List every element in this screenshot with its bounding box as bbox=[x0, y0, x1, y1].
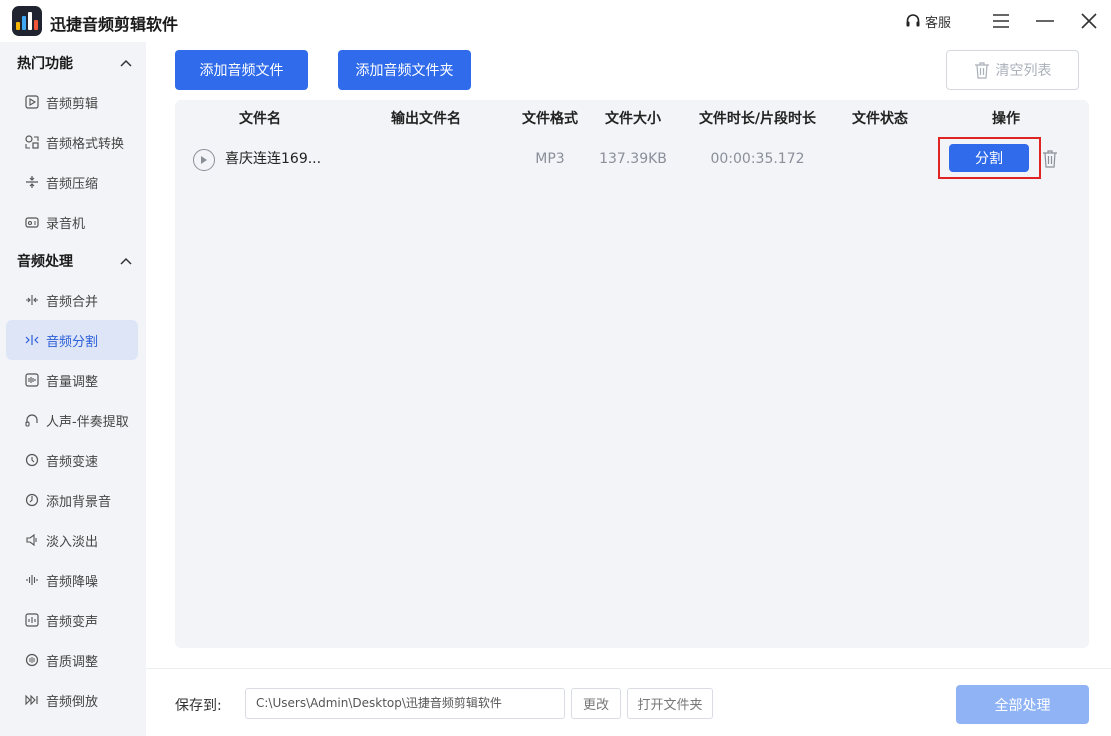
fade-icon bbox=[24, 532, 40, 548]
sidebar-item-speed[interactable]: 音频变速 bbox=[6, 440, 138, 480]
header-file-name: 文件名 bbox=[239, 111, 281, 127]
open-folder-button[interactable]: 打开文件夹 bbox=[627, 688, 713, 719]
header-size: 文件大小 bbox=[605, 111, 661, 127]
sidebar-item-label: 音频格式转换 bbox=[46, 136, 125, 152]
sidebar-item-recorder[interactable]: 录音机 bbox=[6, 202, 138, 242]
sidebar-group-hot[interactable]: 热门功能 bbox=[0, 44, 146, 82]
bgm-icon bbox=[24, 492, 40, 508]
sidebar-item-label: 音频合并 bbox=[46, 294, 99, 310]
sidebar-item-vocal-extract[interactable]: 人声-伴奏提取 bbox=[6, 400, 138, 440]
sidebar-item-format-convert[interactable]: 音频格式转换 bbox=[6, 122, 138, 162]
add-file-button[interactable]: 添加音频文件 bbox=[175, 50, 308, 90]
change-path-button[interactable]: 更改 bbox=[571, 688, 621, 719]
sidebar-item-volume[interactable]: 音量调整 bbox=[6, 360, 138, 400]
sidebar-item-label: 淡入淡出 bbox=[46, 534, 99, 550]
minimize-icon bbox=[1036, 20, 1054, 22]
save-path-field[interactable]: C:\Users\Admin\Desktop\迅捷音频剪辑软件 bbox=[245, 688, 565, 719]
sidebar-item-label: 音频倒放 bbox=[46, 694, 99, 710]
header-status: 文件状态 bbox=[852, 111, 908, 127]
recorder-icon bbox=[24, 214, 40, 230]
speed-icon bbox=[24, 452, 40, 468]
app-logo-icon bbox=[12, 6, 42, 36]
sidebar-item-label: 人声-伴奏提取 bbox=[46, 414, 129, 430]
cell-format: MP3 bbox=[535, 151, 565, 167]
main-area: 添加音频文件 添加音频文件夹 清空列表 文件名 输出文件名 文件格式 文件大小 … bbox=[146, 42, 1111, 736]
sidebar-item-fade[interactable]: 淡入淡出 bbox=[6, 520, 138, 560]
sidebar-item-reverse[interactable]: 音频倒放 bbox=[6, 680, 138, 720]
chevron-up-icon bbox=[120, 257, 132, 265]
support-button[interactable]: 客服 bbox=[905, 12, 951, 31]
file-list-panel: 文件名 输出文件名 文件格式 文件大小 文件时长/片段时长 文件状态 操作 喜庆… bbox=[175, 100, 1089, 648]
cell-duration: 00:00:35.172 bbox=[710, 151, 805, 167]
convert-icon bbox=[24, 134, 40, 150]
header-format: 文件格式 bbox=[522, 111, 578, 127]
sidebar: 热门功能 音频剪辑 音频格式转换 音频压缩 录音机 音频处理 音频合并 音频分割… bbox=[0, 42, 146, 736]
sidebar-group-title: 热门功能 bbox=[17, 56, 73, 72]
sidebar-item-label: 音频降噪 bbox=[46, 574, 99, 590]
play-icon bbox=[201, 156, 207, 164]
table-header: 文件名 输出文件名 文件格式 文件大小 文件时长/片段时长 文件状态 操作 bbox=[175, 100, 1089, 138]
reverse-icon bbox=[24, 692, 40, 708]
header-duration: 文件时长/片段时长 bbox=[698, 111, 817, 127]
save-to-label: 保存到: bbox=[175, 698, 222, 714]
split-highlight: 分割 bbox=[938, 137, 1041, 179]
menu-button[interactable] bbox=[979, 0, 1023, 42]
sidebar-item-label: 音频变声 bbox=[46, 614, 99, 630]
headset-icon bbox=[906, 14, 920, 27]
denoise-icon bbox=[24, 572, 40, 588]
sidebar-item-label: 音质调整 bbox=[46, 654, 99, 670]
trash-icon bbox=[1043, 150, 1057, 168]
header-output-name: 输出文件名 bbox=[391, 111, 461, 127]
sidebar-item-background-sound[interactable]: 添加背景音 bbox=[6, 480, 138, 520]
cell-status bbox=[840, 140, 920, 178]
play-button[interactable] bbox=[193, 149, 215, 171]
clear-list-button[interactable]: 清空列表 bbox=[946, 50, 1079, 90]
sidebar-item-split[interactable]: 音频分割 bbox=[6, 320, 138, 360]
headphone-icon bbox=[24, 412, 40, 428]
sidebar-item-label: 音频剪辑 bbox=[46, 96, 99, 112]
sidebar-item-label: 添加背景音 bbox=[46, 494, 112, 510]
sidebar-item-label: 音频压缩 bbox=[46, 176, 99, 192]
sidebar-item-compress[interactable]: 音频压缩 bbox=[6, 162, 138, 202]
split-button[interactable]: 分割 bbox=[949, 144, 1029, 172]
close-button[interactable] bbox=[1067, 0, 1111, 42]
menu-icon bbox=[993, 14, 1009, 28]
cell-file-name: 喜庆连连169... bbox=[225, 151, 322, 167]
sidebar-item-quality[interactable]: 音质调整 bbox=[6, 640, 138, 680]
voice-change-icon bbox=[24, 612, 40, 628]
sidebar-group-title: 音频处理 bbox=[17, 254, 73, 270]
minimize-button[interactable] bbox=[1023, 0, 1067, 42]
sidebar-item-audio-cut[interactable]: 音频剪辑 bbox=[6, 82, 138, 122]
title-bar: 迅捷音频剪辑软件 客服 bbox=[0, 0, 1111, 42]
sidebar-item-label: 音量调整 bbox=[46, 374, 99, 390]
delete-row-button[interactable] bbox=[1042, 150, 1058, 172]
process-all-button[interactable]: 全部处理 bbox=[956, 685, 1089, 724]
scissors-icon bbox=[24, 94, 40, 110]
close-icon bbox=[1081, 13, 1097, 29]
sidebar-item-label: 音频变速 bbox=[46, 454, 99, 470]
app-title: 迅捷音频剪辑软件 bbox=[50, 15, 179, 34]
quality-icon bbox=[24, 652, 40, 668]
cell-size: 137.39KB bbox=[599, 151, 667, 167]
support-label: 客服 bbox=[924, 15, 951, 31]
trash-icon bbox=[974, 61, 989, 79]
chevron-up-icon bbox=[120, 59, 132, 67]
volume-icon bbox=[24, 372, 40, 388]
split-icon bbox=[24, 332, 40, 348]
clear-list-label: 清空列表 bbox=[995, 63, 1052, 79]
sidebar-item-denoise[interactable]: 音频降噪 bbox=[6, 560, 138, 600]
sidebar-item-label: 录音机 bbox=[46, 216, 86, 232]
sidebar-group-processing[interactable]: 音频处理 bbox=[0, 242, 146, 280]
header-action: 操作 bbox=[992, 111, 1020, 127]
cell-output-name bbox=[371, 140, 481, 178]
sidebar-item-merge[interactable]: 音频合并 bbox=[6, 280, 138, 320]
table-row: 喜庆连连169... MP3 137.39KB 00:00:35.172 分割 bbox=[175, 137, 1089, 179]
compress-icon bbox=[24, 174, 40, 190]
footer-bar: 保存到: C:\Users\Admin\Desktop\迅捷音频剪辑软件 更改 … bbox=[146, 668, 1111, 736]
add-folder-button[interactable]: 添加音频文件夹 bbox=[338, 50, 471, 90]
merge-icon bbox=[24, 292, 40, 308]
sidebar-item-label: 音频分割 bbox=[46, 334, 99, 350]
sidebar-item-voice-change[interactable]: 音频变声 bbox=[6, 600, 138, 640]
